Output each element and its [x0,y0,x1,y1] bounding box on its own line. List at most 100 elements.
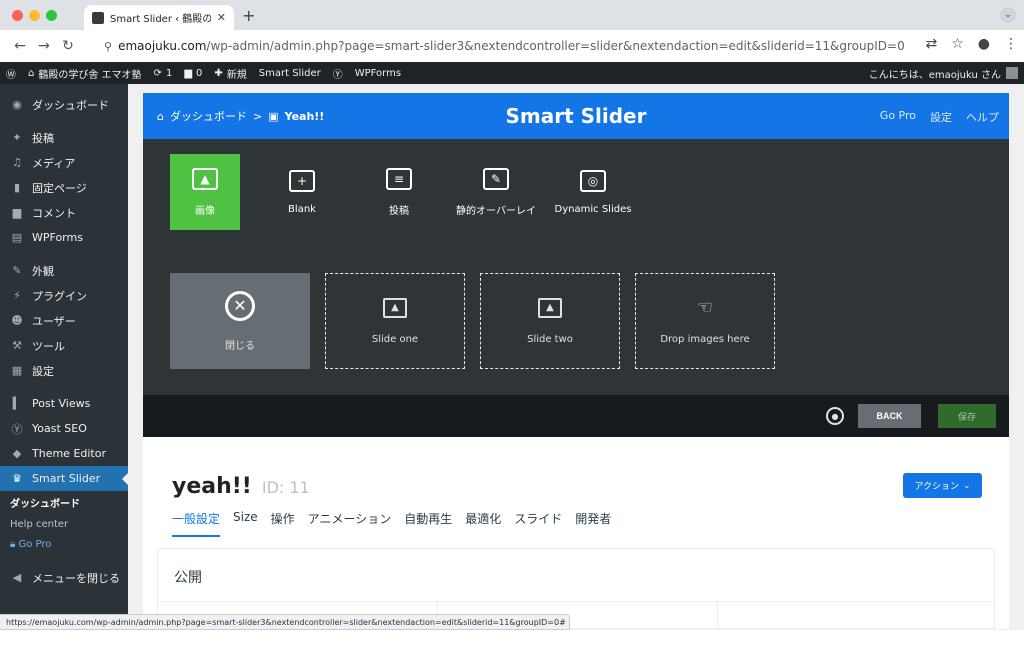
wp-logo-icon[interactable]: Ⓦ [0,66,22,81]
comments-link[interactable]: ▆ 0 [178,68,208,79]
forward-arrow-icon[interactable]: → [32,38,56,54]
reload-icon[interactable]: ↻ [56,38,80,54]
sidebar-item-wpforms[interactable]: ▤ WPForms [0,225,128,250]
minimize-window-icon[interactable] [29,10,40,21]
address-bar[interactable]: ⚲ emaojuku.com/wp-admin/admin.php?page=s… [104,34,1004,58]
action-dropdown-button[interactable]: アクション ⌄ [903,473,982,498]
sidebar-item-users[interactable]: ☻ ユーザー [0,308,128,333]
slide-type-list: ▲ 画像 + Blank ≡ 投稿 ✎ 静的オーバーレイ ◎ Dynamic S… [170,154,631,230]
link-status-bar: https://emaojuku.com/wp-admin/admin.php?… [0,614,570,630]
sidebar-item-posts[interactable]: ✦ 投稿 [0,125,128,150]
toolbar-right: ⇄ ☆ ● ⋮ [925,36,1018,52]
close-slides-button[interactable]: ✕ 閉じる [170,273,310,369]
tab-optimize[interactable]: 最適化 [465,510,514,537]
slide-type-dynamic[interactable]: ◎ Dynamic Slides [555,154,631,230]
drop-images-zone[interactable]: ☜ Drop images here [635,273,775,369]
home-icon: ⌂ [28,67,35,79]
tab-close-icon[interactable]: ✕ [217,11,226,24]
tab-developer[interactable]: 開発者 [575,510,624,537]
yoast-icon[interactable]: Ⓨ [327,66,349,81]
lock-icon: 🔒︎ [10,539,16,550]
tab-controls[interactable]: 操作 [271,510,308,537]
save-button[interactable]: 保存 [938,404,996,428]
submenu-go-pro[interactable]: 🔒︎ Go Pro [0,535,128,555]
slide-type-image[interactable]: ▲ 画像 [170,154,240,230]
slide-type-blank[interactable]: + Blank [267,154,337,230]
bars-icon: ▍ [12,397,22,410]
wp-sidebar: ◉ ダッシュボード ✦ 投稿 ♫ メディア ▮ 固定ページ ▆ コメント ▤ WPForms… [0,84,128,629]
slider-title-row: yeah!! ID: 11 [172,474,310,499]
sidebar-item-theme-editor[interactable]: ◆ Theme Editor [0,441,128,466]
image-icon: ▲ [383,297,407,318]
translate-icon[interactable]: ⇄ [925,36,937,52]
collapse-menu-button[interactable]: ◀ メニューを閉じる [0,565,128,590]
main-content: ⌂ ダッシュボード > ▣ Yeah!! Smart Slider Go Pro… [128,84,1024,629]
section-divider [158,601,996,602]
diamond-icon: ◆ [12,447,22,460]
comment-icon: ▆ [184,67,193,79]
url-path: /wp-admin/admin.php?page=smart-slider3&n… [206,39,905,53]
smart-slider-link[interactable]: Smart Slider [253,68,327,79]
menu-dots-icon[interactable]: ⋮ [1004,36,1018,52]
wrench-icon: ⚒ [12,339,22,352]
sidebar-item-post-views[interactable]: ▍ Post Views [0,391,128,416]
database-icon: ◎ [580,169,606,192]
tab-animation[interactable]: アニメーション [308,510,405,537]
account-link[interactable]: こんにちは、emaojuku さん [869,66,1024,81]
tab-search-icon[interactable]: ⌄ [1000,7,1016,23]
refresh-icon: ⟳ [153,67,162,79]
site-info-icon[interactable]: ⚲ [104,40,112,53]
sidebar-item-appearance[interactable]: ✎ 外観 [0,258,128,283]
slide-list: ✕ 閉じる ▲ Slide one ▲ Slide two ☜ Drop ima… [170,273,775,369]
back-arrow-icon[interactable]: ← [8,38,32,54]
slide-two[interactable]: ▲ Slide two [480,273,620,369]
tab-general[interactable]: 一般設定 [172,510,221,537]
submenu-help-center[interactable]: Help center [0,515,128,535]
collapse-arrow-icon: ◀ [12,571,22,584]
sidebar-item-smart-slider[interactable]: ♛ Smart Slider [0,466,128,491]
chevron-down-icon: ⌄ [963,480,971,490]
close-window-icon[interactable] [12,10,23,21]
avatar [1006,67,1018,79]
sidebar-item-media[interactable]: ♫ メディア [0,150,128,175]
sidebar-item-settings[interactable]: ▦ 設定 [0,358,128,383]
bookmark-star-icon[interactable]: ☆ [951,36,964,52]
go-pro-link[interactable]: Go Pro [880,109,916,125]
page-icon: ▮ [13,181,21,194]
add-slide-panel: ▲ 画像 + Blank ≡ 投稿 ✎ 静的オーバーレイ ◎ Dynamic S… [143,139,1009,395]
drag-hand-icon: ☜ [696,297,714,318]
help-link[interactable]: ヘルプ [966,109,999,125]
settings-link[interactable]: 設定 [930,109,952,125]
tab-title: Smart Slider ‹ 鶴殿の学び舎 エ [110,14,211,25]
sidebar-item-yoast[interactable]: Ⓨ Yoast SEO [0,416,128,441]
profile-icon[interactable]: ● [978,36,990,52]
updates-link[interactable]: ⟳ 1 [148,68,179,79]
sidebar-item-comments[interactable]: ▆ コメント [0,200,128,225]
brush-icon: ✎ [12,264,22,277]
url-domain: emaojuku.com [118,39,207,53]
comment-icon: ▆ [12,206,22,219]
preview-eye-icon[interactable]: ● [826,407,844,425]
site-name-link[interactable]: ⌂ 鶴殿の学び舎 エマオ塾 [22,66,148,81]
sidebar-item-pages[interactable]: ▮ 固定ページ [0,175,128,200]
maximize-window-icon[interactable] [46,10,57,21]
back-button[interactable]: BACK [858,404,921,428]
browser-toolbar: ← → ↻ ⚲ emaojuku.com/wp-admin/admin.php?… [0,30,1024,62]
new-tab-icon[interactable]: + [242,6,255,25]
sidebar-item-tools[interactable]: ⚒ ツール [0,333,128,358]
submenu-dashboard[interactable]: ダッシュボード [0,495,128,515]
settings-tabs: 一般設定 Size 操作 アニメーション 自動再生 最適化 スライド 開発者 [172,510,624,537]
slide-type-post[interactable]: ≡ 投稿 [364,154,434,230]
tab-size[interactable]: Size [233,510,271,537]
browser-tab[interactable]: Smart Slider ‹ 鶴殿の学び舎 エ ✕ [84,5,234,30]
new-content-link[interactable]: ✚ 新規 [208,66,252,81]
slider-name[interactable]: yeah!! [172,474,252,499]
sidebar-item-dashboard[interactable]: ◉ ダッシュボード [0,92,128,117]
sidebar-item-plugins[interactable]: ⚡ プラグイン [0,283,128,308]
tab-slides[interactable]: スライド [514,510,575,537]
slide-type-static-overlay[interactable]: ✎ 静的オーバーレイ [456,154,536,230]
tab-autoplay[interactable]: 自動再生 [404,510,465,537]
slide-one[interactable]: ▲ Slide one [325,273,465,369]
media-icon: ♫ [12,156,22,169]
wpforms-link[interactable]: WPForms [349,68,407,79]
